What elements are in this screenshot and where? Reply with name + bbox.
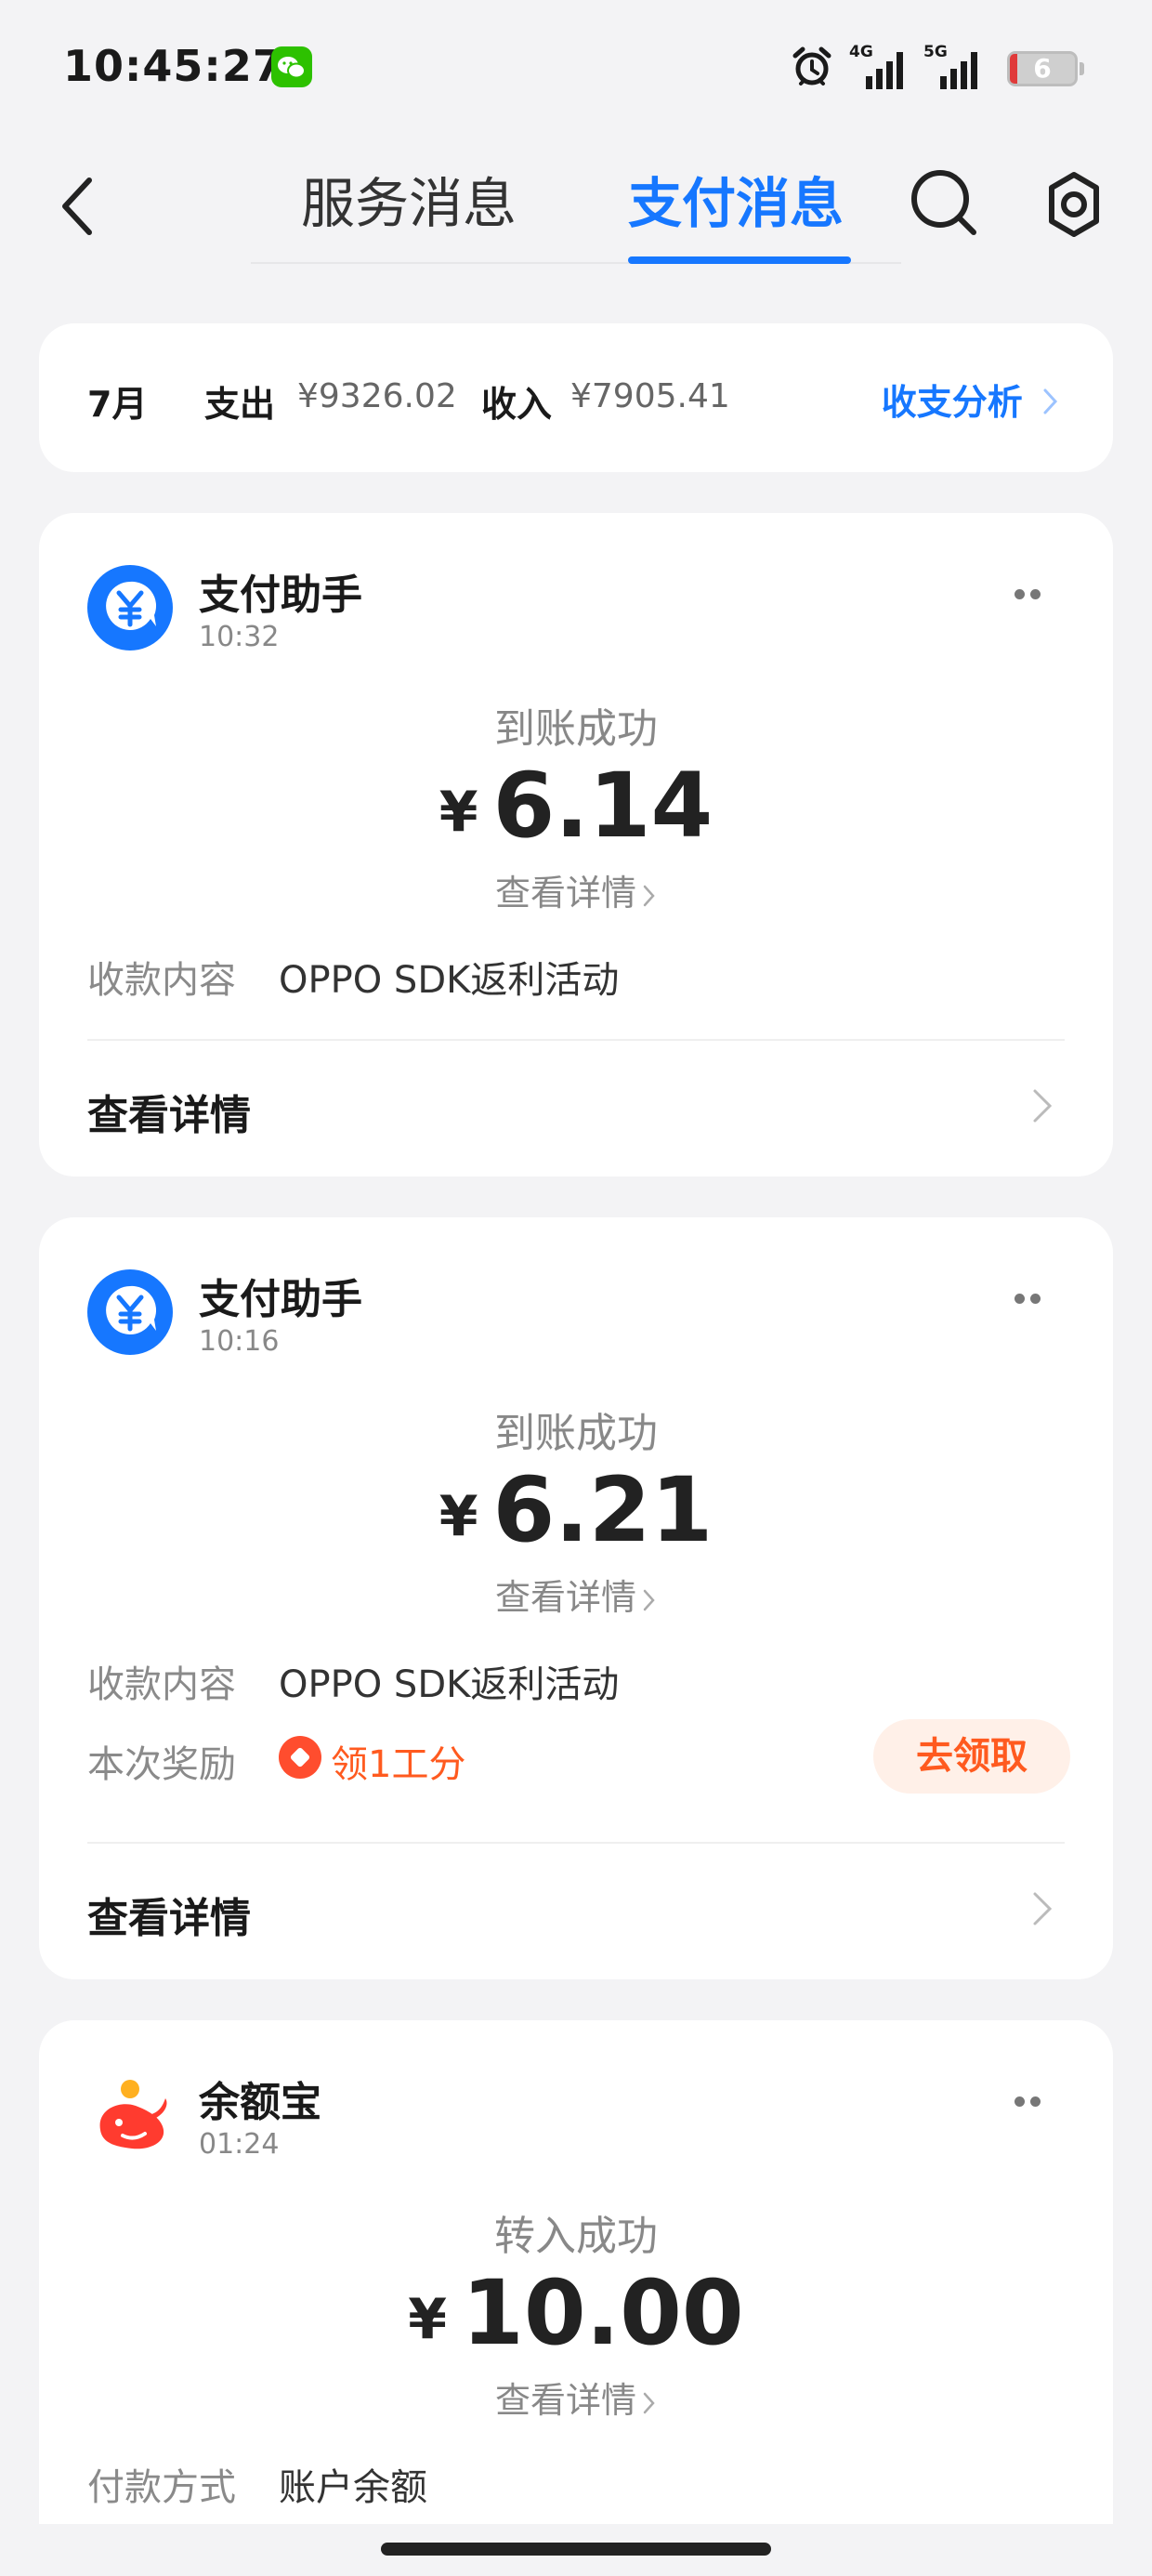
currency-symbol: ¥ bbox=[439, 1484, 478, 1549]
view-details-footer[interactable]: 查看详情 bbox=[87, 1082, 251, 1141]
sender-name: 余额宝 bbox=[199, 2079, 321, 2126]
chevron-right-icon bbox=[1043, 388, 1058, 414]
currency-symbol: ¥ bbox=[408, 2287, 448, 2352]
currency-symbol: ¥ bbox=[439, 780, 478, 845]
battery-level: 6 bbox=[1033, 53, 1052, 84]
chevron-right-icon bbox=[1033, 1089, 1053, 1123]
wechat-icon bbox=[271, 46, 312, 87]
transaction-amount: ¥6.14 bbox=[39, 755, 1113, 863]
divider bbox=[87, 1842, 1065, 1844]
row-value: OPPO SDK返利活动 bbox=[279, 1663, 620, 1706]
tab-payment-messages[interactable]: 支付消息 bbox=[628, 160, 844, 253]
message-time: 10:16 bbox=[199, 1325, 280, 1358]
chevron-right-icon bbox=[643, 1589, 655, 1611]
battery-icon: 6 bbox=[1007, 51, 1084, 86]
transaction-amount: ¥10.00 bbox=[39, 2262, 1113, 2371]
reward-text: 领1工分 bbox=[331, 1743, 466, 1786]
row-label: 收款内容 bbox=[87, 1663, 236, 1706]
transaction-amount: ¥6.21 bbox=[39, 1459, 1113, 1568]
reward-label: 本次奖励 bbox=[87, 1743, 236, 1786]
transaction-status: 转入成功 bbox=[494, 2213, 658, 2260]
signal-icon: 4G bbox=[849, 43, 909, 93]
analysis-link[interactable]: 收支分析 bbox=[882, 374, 1061, 425]
message-time: 10:32 bbox=[199, 621, 280, 653]
detail-link-label: 查看详情 bbox=[494, 1577, 636, 1618]
claim-reward-button[interactable]: 去领取 bbox=[873, 1719, 1070, 1794]
sender-name: 支付助手 bbox=[199, 572, 362, 619]
back-icon[interactable] bbox=[52, 169, 108, 243]
chevron-right-icon bbox=[643, 2392, 655, 2414]
active-tab-indicator bbox=[628, 256, 851, 264]
more-icon[interactable] bbox=[1015, 585, 1046, 599]
message-card[interactable]: 余额宝 01:24 转入成功 ¥10.00 查看详情 付款方式 账户余额 bbox=[39, 2020, 1113, 2576]
payment-messages-screen: 10:45:27 4G 5G 6 服务消息 支付消息 7月 支出 ¥9326.0… bbox=[0, 0, 1152, 2576]
row-label: 付款方式 bbox=[87, 2466, 236, 2509]
home-indicator[interactable] bbox=[381, 2543, 771, 2556]
detail-link[interactable]: 查看详情 bbox=[39, 864, 1113, 915]
row-value: OPPO SDK返利活动 bbox=[279, 959, 620, 1002]
row-value: 账户余额 bbox=[279, 2466, 427, 2509]
message-time: 01:24 bbox=[199, 2128, 280, 2161]
status-time: 10:45:27 bbox=[63, 41, 283, 91]
signal-icon-2: 5G bbox=[923, 43, 983, 93]
detail-link[interactable]: 查看详情 bbox=[39, 2372, 1113, 2423]
more-icon[interactable] bbox=[1015, 2093, 1046, 2107]
income-label: 收入 bbox=[481, 384, 553, 425]
row-label: 收款内容 bbox=[87, 959, 236, 1002]
amount-value: 6.14 bbox=[492, 754, 713, 858]
status-bar: 10:45:27 4G 5G 6 bbox=[0, 0, 1152, 139]
chevron-right-icon bbox=[643, 885, 655, 907]
sender-name: 支付助手 bbox=[199, 1276, 362, 1323]
payment-assistant-avatar-icon bbox=[87, 1269, 173, 1355]
summary-month[interactable]: 7月 bbox=[87, 375, 147, 427]
transaction-status: 到账成功 bbox=[494, 705, 658, 753]
yuebao-logo-icon bbox=[87, 2072, 173, 2158]
income-value: ¥7905.41 bbox=[570, 377, 730, 415]
detail-link[interactable]: 查看详情 bbox=[39, 1569, 1113, 1620]
amount-value: 10.00 bbox=[462, 2261, 744, 2365]
gear-icon[interactable] bbox=[1037, 167, 1111, 242]
transaction-status: 到账成功 bbox=[494, 1410, 658, 1457]
more-icon[interactable] bbox=[1015, 1290, 1046, 1304]
alarm-icon bbox=[790, 45, 834, 89]
expense-label: 支出 bbox=[204, 384, 276, 425]
reward-diamond-icon bbox=[279, 1736, 321, 1779]
message-card[interactable]: 支付助手 10:32 到账成功 ¥6.14 查看详情 收款内容 OPPO SDK… bbox=[39, 513, 1113, 1176]
detail-link-label: 查看详情 bbox=[494, 2380, 636, 2421]
search-icon[interactable] bbox=[907, 165, 981, 240]
monthly-summary-card: 7月 支出 ¥9326.02 收入 ¥7905.41 收支分析 bbox=[39, 323, 1113, 472]
detail-link-label: 查看详情 bbox=[494, 873, 636, 913]
payment-assistant-avatar-icon bbox=[87, 565, 173, 651]
expense-value: ¥9326.02 bbox=[297, 377, 457, 415]
chevron-right-icon bbox=[1033, 1892, 1053, 1925]
message-card[interactable]: 支付助手 10:16 到账成功 ¥6.21 查看详情 收款内容 OPPO SDK… bbox=[39, 1217, 1113, 1979]
analysis-link-label: 收支分析 bbox=[881, 382, 1023, 423]
divider bbox=[87, 1039, 1065, 1041]
amount-value: 6.21 bbox=[492, 1458, 713, 1562]
view-details-footer[interactable]: 查看详情 bbox=[87, 1885, 251, 1944]
top-nav: 服务消息 支付消息 bbox=[0, 139, 1152, 279]
tab-service-messages[interactable]: 服务消息 bbox=[301, 160, 517, 253]
